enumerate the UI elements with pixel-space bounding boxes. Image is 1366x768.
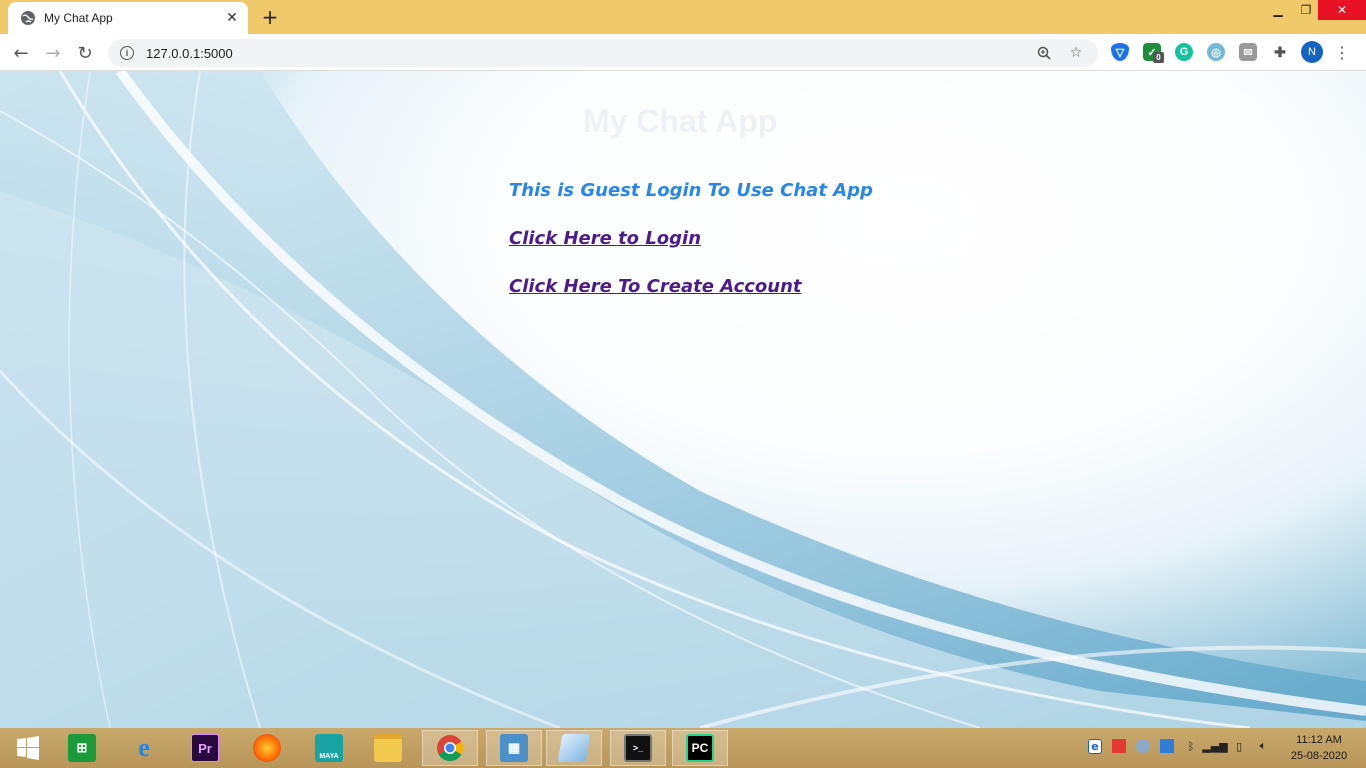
tab-title: My Chat App — [44, 11, 113, 25]
page-viewport: My Chat App This is Guest Login To Use C… — [0, 71, 1366, 728]
window-close-button[interactable]: ✕ — [1318, 0, 1366, 20]
tray-network-icon[interactable] — [1159, 738, 1175, 754]
login-link[interactable]: Click Here to Login — [509, 228, 701, 249]
start-button[interactable] — [0, 730, 56, 766]
file-explorer-icon — [374, 734, 402, 762]
volume-icon[interactable]: 🔈︎ — [1255, 738, 1271, 754]
page-content: My Chat App This is Guest Login To Use C… — [0, 71, 1366, 728]
url-text[interactable]: 127.0.0.1:5000 — [146, 46, 1022, 61]
extension-badge: 0 — [1153, 52, 1164, 63]
maya-icon: MAYA — [315, 734, 343, 762]
wifi-signal-icon[interactable]: ▂▄▆ — [1202, 738, 1227, 754]
browser-tab[interactable]: My Chat App ✕ — [8, 2, 248, 34]
grammarly-extension-icon[interactable]: G — [1175, 43, 1193, 61]
taskbar-notepad[interactable] — [546, 730, 602, 766]
bookmark-star-icon[interactable]: ☆ — [1066, 43, 1086, 63]
address-bar[interactable]: i 127.0.0.1:5000 ☆ — [108, 39, 1098, 67]
control-panel-icon: ▦ — [500, 734, 528, 762]
mail-extension-icon[interactable]: ✉ — [1239, 43, 1257, 61]
taskbar-maya[interactable]: MAYA — [301, 730, 357, 766]
premiere-icon: Pr — [191, 734, 219, 762]
globe-icon — [21, 11, 35, 25]
tab-close-icon[interactable]: ✕ — [224, 10, 240, 26]
clock-date: 25-08-2020 — [1290, 750, 1348, 762]
browser-toolbar: ← → ↻ i 127.0.0.1:5000 ☆ ▽ ✓ 0 G ◎ ✉ ✚ N … — [0, 34, 1366, 71]
store-icon: ⊞ — [68, 734, 96, 762]
clock-time: 11:12 AM — [1296, 734, 1342, 746]
chrome-icon — [437, 735, 464, 762]
tray-antivirus-icon[interactable] — [1111, 738, 1127, 754]
taskbar-firefox[interactable] — [239, 730, 295, 766]
window-minimize-button[interactable]: ▁ — [1264, 0, 1292, 20]
tray-cloud-icon[interactable] — [1135, 738, 1151, 754]
new-tab-button[interactable]: + — [258, 5, 282, 29]
pycharm-icon: PC — [686, 734, 714, 762]
battery-icon[interactable]: ▯ — [1231, 738, 1247, 754]
zoom-icon[interactable] — [1034, 43, 1054, 63]
browser-titlebar: My Chat App ✕ + ▁ ❐ ✕ — [0, 0, 1366, 34]
start-icon — [17, 736, 39, 760]
create-account-link[interactable]: Click Here To Create Account — [509, 276, 802, 297]
taskbar-terminal[interactable]: >_ — [610, 730, 666, 766]
taskbar-file-explorer[interactable] — [360, 730, 416, 766]
taskbar-internet-explorer[interactable]: e — [116, 730, 172, 766]
firefox-icon — [253, 734, 281, 762]
circle-extension-icon[interactable]: ◎ — [1207, 43, 1225, 61]
taskbar-control-panel[interactable]: ▦ — [486, 730, 542, 766]
forward-icon[interactable]: → — [40, 40, 66, 66]
taskbar-pycharm[interactable]: PC — [672, 730, 728, 766]
reload-icon[interactable]: ↻ — [72, 40, 98, 66]
tray-e-icon[interactable]: e — [1087, 738, 1103, 754]
taskbar-premiere[interactable]: Pr — [177, 730, 233, 766]
puzzle-extensions-icon[interactable]: ✚ — [1271, 43, 1289, 61]
more-menu-icon[interactable]: ⋮ — [1334, 42, 1350, 62]
guest-login-text: This is Guest Login To Use Chat App — [509, 180, 873, 201]
taskbar-clock[interactable]: 11:12 AM 25-08-2020 — [1284, 732, 1354, 764]
notepad-icon — [557, 734, 591, 762]
site-info-icon[interactable]: i — [120, 46, 134, 60]
taskbar: ⊞ e Pr MAYA ▦ >_ PC e ᛒ ▂▄▆ ▯ 🔈︎ 11:12 A… — [0, 728, 1366, 768]
checkmark-extension-icon[interactable]: ✓ 0 — [1143, 43, 1164, 63]
page-title: My Chat App — [583, 103, 778, 139]
taskbar-store[interactable]: ⊞ — [54, 730, 110, 766]
taskbar-chrome[interactable] — [422, 730, 478, 766]
internet-explorer-icon: e — [138, 733, 150, 762]
window-restore-button[interactable]: ❐ — [1292, 0, 1320, 20]
shield-extension-icon[interactable]: ▽ — [1111, 43, 1129, 61]
bluetooth-icon[interactable]: ᛒ — [1183, 738, 1199, 754]
terminal-icon: >_ — [624, 734, 652, 762]
profile-avatar[interactable]: N — [1301, 41, 1323, 63]
back-icon[interactable]: ← — [8, 40, 34, 66]
